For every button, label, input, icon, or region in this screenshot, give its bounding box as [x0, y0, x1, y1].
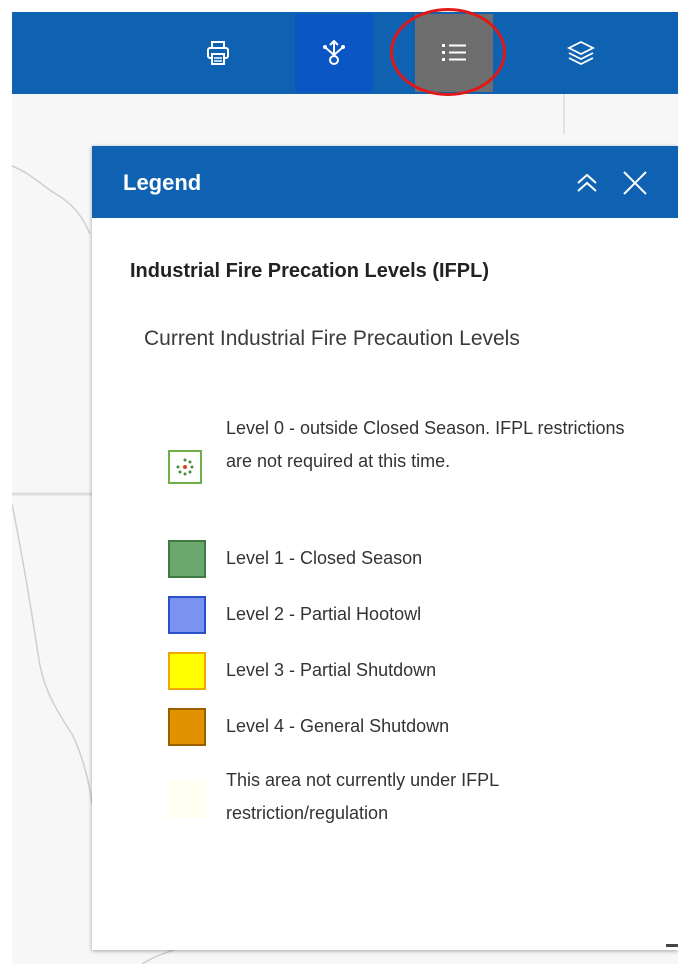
share-icon — [323, 39, 345, 65]
close-icon — [623, 171, 647, 195]
legend-swatch-no-restriction — [168, 780, 206, 818]
legend-swatch-level-2 — [168, 596, 206, 634]
close-button[interactable] — [618, 166, 652, 200]
legend-swatch-level-4 — [168, 708, 206, 746]
layers-icon — [566, 40, 596, 66]
legend-swatch-level-3 — [168, 652, 206, 690]
legend-layer-subtitle: Current Industrial Fire Precaution Level… — [144, 327, 520, 350]
legend-label-no-restriction: This area not currently under IFPL restr… — [226, 770, 499, 823]
legend-button[interactable] — [415, 14, 493, 92]
share-button[interactable] — [295, 14, 373, 92]
layers-button[interactable] — [542, 14, 620, 92]
legend-panel-title: Legend — [123, 170, 202, 195]
map-edge-mark — [666, 944, 678, 947]
legend-label-level-0: Level 0 - outside Closed Season. IFPL re… — [226, 418, 625, 471]
double-chevron-up-icon — [577, 173, 597, 192]
legend-label-level-4: Level 4 - General Shutdown — [226, 716, 450, 736]
legend-label-level-1: Level 1 - Closed Season — [226, 548, 423, 568]
legend-panel: Legend Industrial Fire Precation Levels … — [92, 146, 678, 950]
legend-panel-header: Legend — [92, 146, 678, 218]
collapse-button[interactable] — [570, 166, 604, 200]
map-toolbar — [12, 12, 678, 94]
legend-layer-title: Industrial Fire Precation Levels (IFPL) — [130, 260, 489, 282]
legend-swatch-level-0 — [168, 450, 202, 484]
legend-list-icon — [442, 44, 466, 61]
legend-label-level-2: Level 2 - Partial Hootowl — [226, 604, 422, 624]
legend-label-level-3: Level 3 - Partial Shutdown — [226, 660, 437, 680]
legend-swatch-level-1 — [168, 540, 206, 578]
dotted-sun-icon — [176, 458, 194, 476]
printer-icon — [207, 41, 229, 65]
print-button[interactable] — [179, 14, 257, 92]
